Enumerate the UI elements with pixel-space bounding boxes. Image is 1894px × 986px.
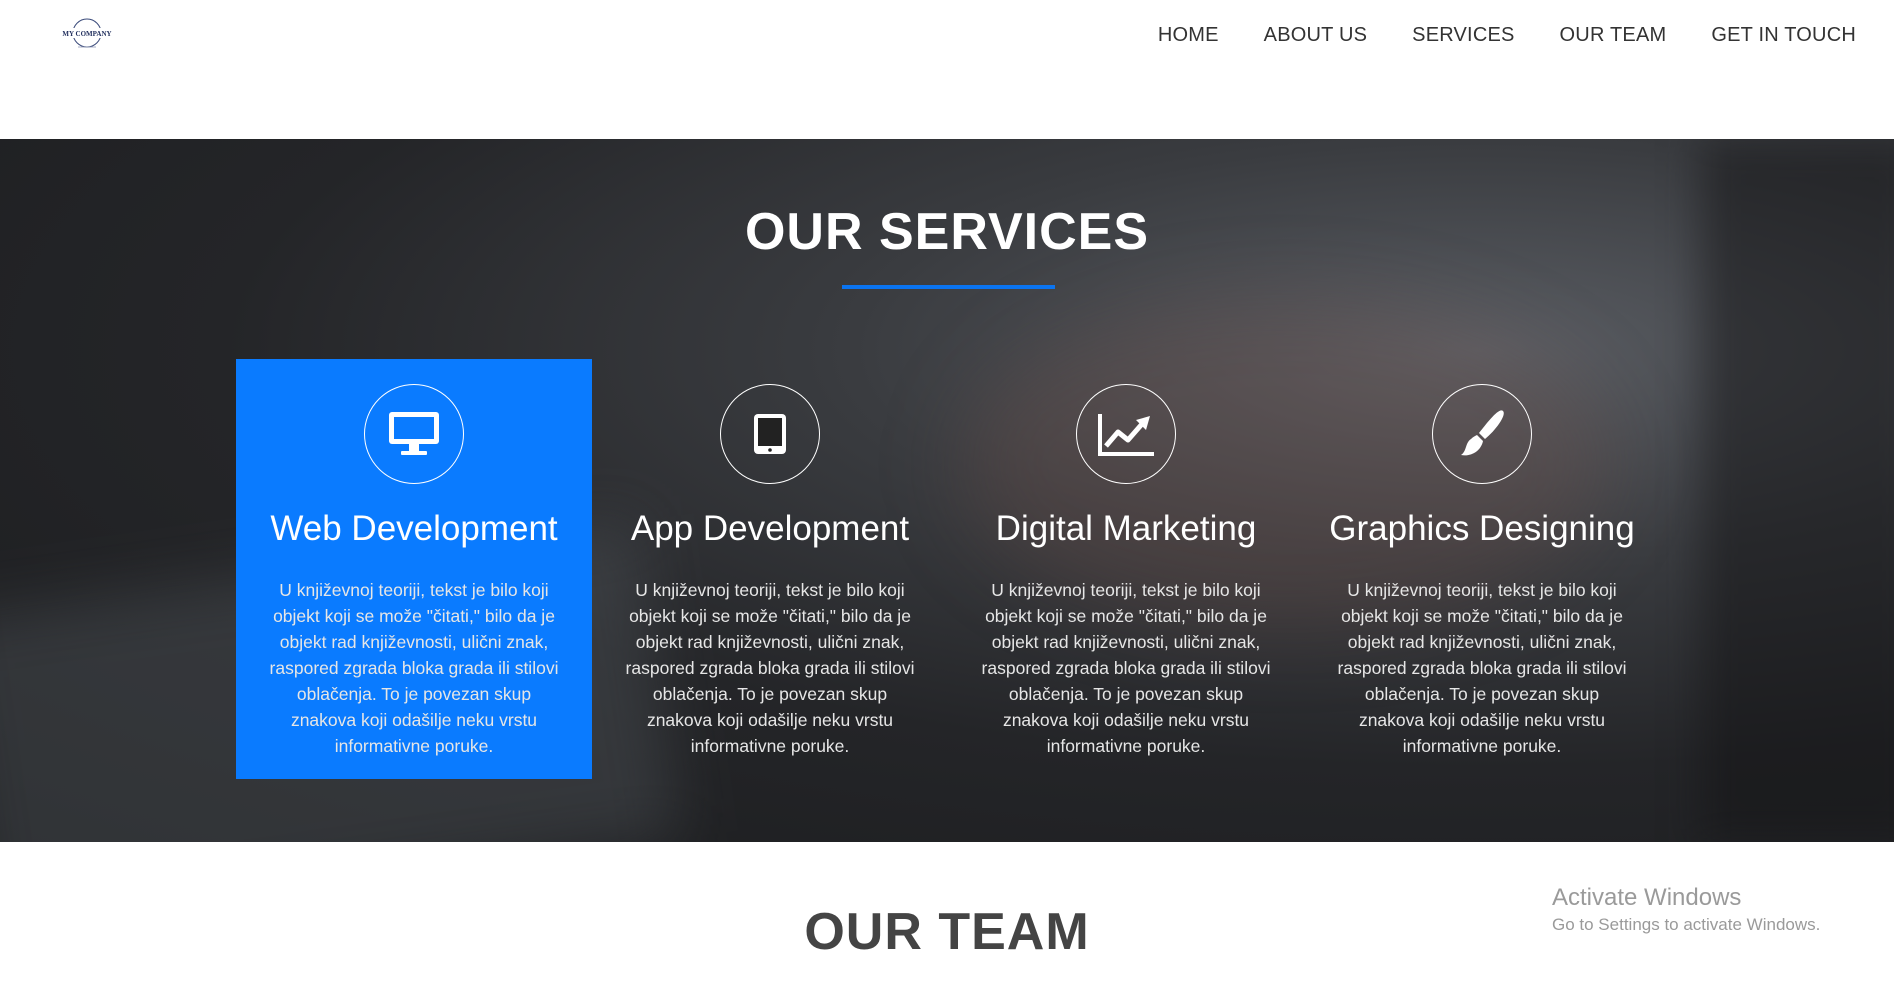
watermark-line-1: Activate Windows	[1552, 884, 1742, 911]
tablet-icon	[720, 384, 820, 484]
service-card-graphics-designing[interactable]: Graphics Designing U književnoj teoriji,…	[1304, 359, 1660, 779]
watermark-line-2: Go to Settings to activate Windows.	[1552, 915, 1821, 934]
service-description: U književnoj teoriji, tekst je bilo koji…	[1337, 580, 1627, 756]
service-title: App Development	[630, 509, 910, 548]
service-description: U književnoj teoriji, tekst je bilo koji…	[625, 580, 915, 756]
nav-our-team[interactable]: OUR TEAM	[1560, 20, 1667, 50]
paint-brush-icon	[1432, 384, 1532, 484]
nav-get-in-touch[interactable]: GET IN TOUCH	[1711, 20, 1856, 50]
service-cards: Web Development U književnoj teoriji, te…	[236, 359, 1660, 779]
services-section: OUR SERVICES Web Development U književno…	[0, 139, 1894, 842]
nav-home[interactable]: HOME	[1158, 20, 1219, 50]
service-card-app-development[interactable]: App Development U književnoj teoriji, te…	[592, 359, 948, 779]
service-card-web-development[interactable]: Web Development U književnoj teoriji, te…	[236, 359, 592, 779]
service-description: U književnoj teoriji, tekst je bilo koji…	[269, 580, 559, 756]
main-nav: HOME ABOUT US SERVICES OUR TEAM GET IN T…	[1113, 20, 1856, 50]
windows-activation-watermark: Activate Windows Go to Settings to activ…	[1552, 883, 1820, 937]
nav-services[interactable]: SERVICES	[1412, 20, 1514, 50]
service-description: U književnoj teoriji, tekst je bilo koji…	[981, 580, 1271, 756]
nav-about-us[interactable]: ABOUT US	[1264, 20, 1367, 50]
title-underline	[842, 285, 1055, 289]
chart-line-icon	[1076, 384, 1176, 484]
services-title: OUR SERVICES	[744, 203, 1150, 261]
service-title: Graphics Designing	[1329, 509, 1635, 548]
site-header: MY COMPANY HOME ABOUT US SERVICES OUR TE…	[0, 0, 1894, 139]
company-logo[interactable]: MY COMPANY	[56, 14, 118, 56]
svg-text:MY COMPANY: MY COMPANY	[62, 30, 111, 38]
service-title: Web Development	[270, 509, 558, 548]
monitor-icon	[364, 384, 464, 484]
service-card-digital-marketing[interactable]: Digital Marketing U književnoj teoriji, …	[948, 359, 1304, 779]
service-title: Digital Marketing	[995, 509, 1257, 548]
